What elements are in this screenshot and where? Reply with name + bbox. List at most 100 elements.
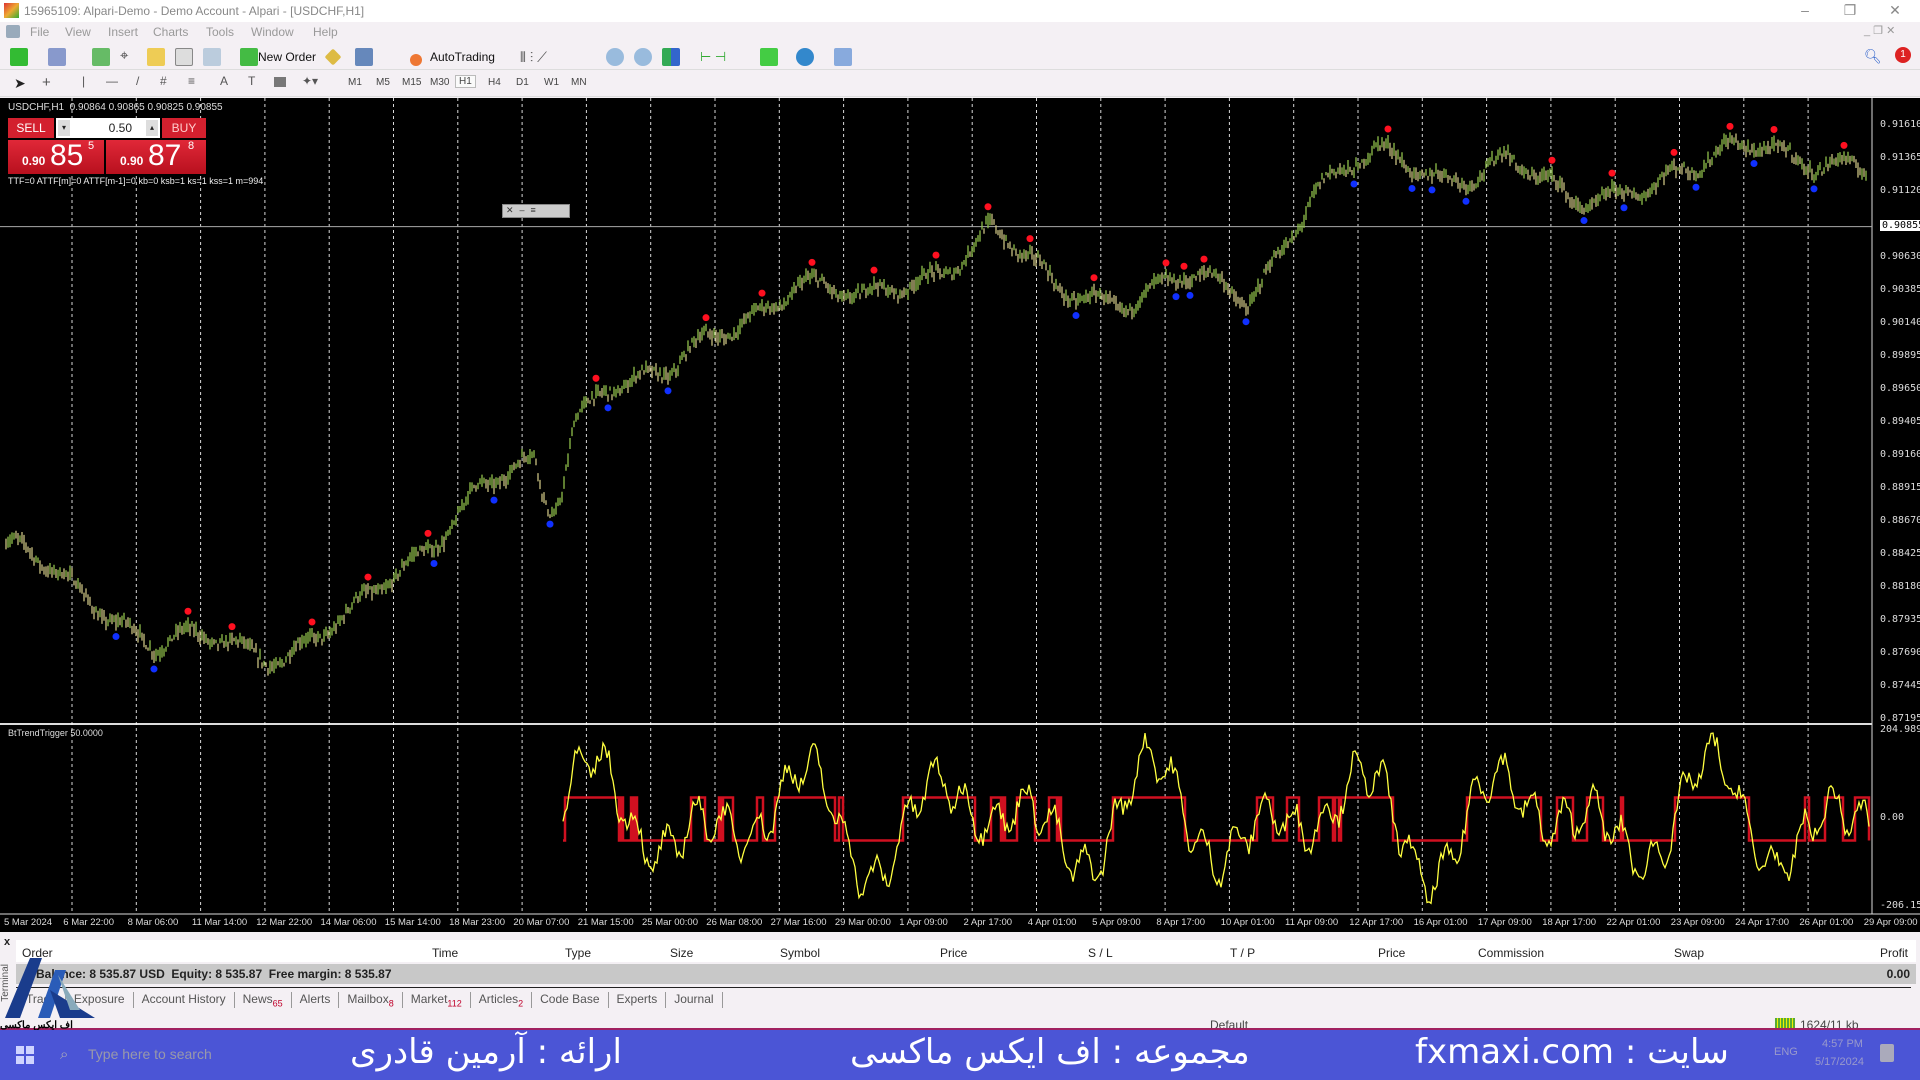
col-type[interactable]: Type xyxy=(565,946,591,960)
timeframe-d1[interactable]: D1 xyxy=(516,77,529,88)
col-profit[interactable]: Profit xyxy=(1880,946,1908,960)
timeframe-m15[interactable]: M15 xyxy=(402,77,421,88)
balance-row[interactable]: Balance: 8 535.87 USD Equity: 8 535.87 F… xyxy=(16,964,1916,984)
terminal-tab-mailbox[interactable]: Mailbox8 xyxy=(339,992,403,1009)
zoom-out-icon[interactable] xyxy=(634,48,652,66)
terminal-tab-code-base[interactable]: Code Base xyxy=(532,992,609,1009)
minimize-button[interactable]: – xyxy=(1785,2,1825,18)
indicators-icon[interactable] xyxy=(760,48,778,66)
new-chart-icon[interactable] xyxy=(10,48,28,66)
start-icon[interactable] xyxy=(16,1046,34,1064)
trend-line xyxy=(562,732,1870,905)
search-icon[interactable]: 🔍︎ xyxy=(1864,48,1882,65)
bear-bars xyxy=(5,133,1865,676)
menu-insert[interactable]: Insert xyxy=(108,25,138,39)
col-tp[interactable]: T / P xyxy=(1230,946,1255,960)
col-price-current[interactable]: Price xyxy=(1378,946,1405,960)
close-button[interactable]: ✕ xyxy=(1875,2,1915,19)
periods-icon[interactable] xyxy=(796,48,814,66)
signals-icon[interactable] xyxy=(355,48,373,66)
col-sl[interactable]: S / L xyxy=(1088,946,1113,960)
timeframe-h1[interactable]: H1 xyxy=(455,75,476,88)
lot-increase-button[interactable]: ▴ xyxy=(146,120,158,136)
action-center-icon[interactable] xyxy=(1880,1044,1894,1062)
metaeditor-icon[interactable] xyxy=(324,48,342,66)
terminal-tab-news[interactable]: News65 xyxy=(235,992,292,1009)
shapes-icon[interactable]: ✦▾ xyxy=(302,74,318,88)
terminal-tab-alerts[interactable]: Alerts xyxy=(292,992,340,1009)
lot-size-input[interactable]: 0.50 xyxy=(56,118,160,138)
swing-high-dot xyxy=(1200,255,1208,263)
crosshair-icon[interactable]: ⌖ xyxy=(120,47,138,65)
col-symbol[interactable]: Symbol xyxy=(780,946,820,960)
text-label-icon[interactable]: T xyxy=(248,74,255,88)
chart-canvas[interactable] xyxy=(0,98,1920,932)
timeframe-m5[interactable]: M5 xyxy=(376,77,390,88)
terminal-tab-articles[interactable]: Articles2 xyxy=(471,992,533,1009)
buy-price[interactable]: 0.90 87 8 xyxy=(106,139,206,174)
mini-panel-controls[interactable]: ✕–≡ xyxy=(502,204,570,218)
taskbar-search-input[interactable]: Type here to search xyxy=(88,1046,212,1062)
trendline-icon[interactable]: / xyxy=(136,74,139,88)
terminal-tab-journal[interactable]: Journal xyxy=(666,992,723,1009)
menu-help[interactable]: Help xyxy=(313,25,338,39)
terminal-tab-account-history[interactable]: Account History xyxy=(134,992,235,1009)
menu-view[interactable]: View xyxy=(65,25,91,39)
chart-shift-icons[interactable]: ⊢ ⊣ xyxy=(700,49,726,65)
col-price[interactable]: Price xyxy=(940,946,967,960)
timeframe-h4[interactable]: H4 xyxy=(488,77,501,88)
time-axis-label: 23 Apr 09:00 xyxy=(1670,917,1725,928)
maximize-button[interactable]: ❐ xyxy=(1830,2,1870,19)
sell-price[interactable]: 0.90 85 5 xyxy=(8,139,104,174)
menu-charts[interactable]: Charts xyxy=(153,25,188,39)
buy-button[interactable]: BUY xyxy=(162,118,206,138)
market-watch-icon[interactable] xyxy=(92,48,110,66)
navigator-icon[interactable] xyxy=(147,48,165,66)
col-swap[interactable]: Swap xyxy=(1674,946,1704,960)
col-size[interactable]: Size xyxy=(670,946,693,960)
templates-icon[interactable] xyxy=(834,48,852,66)
notification-badge[interactable]: 1 xyxy=(1895,47,1911,63)
time-axis-label: 15 Mar 14:00 xyxy=(384,917,441,928)
rectangle-icon[interactable] xyxy=(274,77,286,87)
search-icon: ⌕ xyxy=(60,1046,69,1063)
clock-time[interactable]: 4:57 PM xyxy=(1822,1038,1863,1050)
autotrading-button[interactable]: AutoTrading xyxy=(430,50,495,64)
child-window-controls[interactable]: _ ❐ ✕ xyxy=(1864,24,1895,37)
menu-window[interactable]: Window xyxy=(251,25,294,39)
new-order-button[interactable]: New Order xyxy=(258,50,316,64)
autotrading-icon[interactable] xyxy=(410,54,422,66)
channel-icon[interactable]: # xyxy=(160,74,167,88)
timeframe-m1[interactable]: M1 xyxy=(348,77,362,88)
language-indicator[interactable]: ENG xyxy=(1774,1046,1798,1058)
fibonacci-icon[interactable]: ≡ xyxy=(188,74,195,88)
tile-windows-icon[interactable] xyxy=(662,48,680,66)
taskbar: ⌕ Type here to search ارائه : آرمین قادر… xyxy=(0,1030,1920,1080)
crosshair-tool-icon[interactable]: + xyxy=(42,74,51,91)
terminal-tab-experts[interactable]: Experts xyxy=(609,992,667,1009)
menu-file[interactable]: File xyxy=(30,25,49,39)
swing-high-dot xyxy=(308,618,316,626)
terminal-tab-market[interactable]: Market112 xyxy=(403,992,471,1009)
chart-type-icons[interactable]: ⫴ ⫶ ⟋ xyxy=(520,49,547,66)
clock-date[interactable]: 5/17/2024 xyxy=(1815,1056,1864,1068)
lot-decrease-button[interactable]: ▾ xyxy=(58,120,70,136)
horizontal-line-icon[interactable]: — xyxy=(106,74,118,88)
chart-window[interactable]: USDCHF,H1 0.90864 0.90865 0.90825 0.9085… xyxy=(0,98,1920,932)
sell-button[interactable]: SELL xyxy=(8,118,54,138)
cursor-icon[interactable]: ➤ xyxy=(14,75,26,92)
vertical-line-icon[interactable]: | xyxy=(82,74,85,88)
zoom-in-icon[interactable] xyxy=(606,48,624,66)
text-icon[interactable]: A xyxy=(220,74,228,88)
terminal-close-button[interactable]: x xyxy=(4,936,10,948)
menu-tools[interactable]: Tools xyxy=(206,25,234,39)
col-commission[interactable]: Commission xyxy=(1478,946,1544,960)
strategy-tester-icon[interactable] xyxy=(203,48,221,66)
timeframe-mn[interactable]: MN xyxy=(571,77,587,88)
terminal-icon[interactable] xyxy=(175,48,193,66)
timeframe-w1[interactable]: W1 xyxy=(544,77,559,88)
col-time[interactable]: Time xyxy=(432,946,458,960)
profiles-icon[interactable] xyxy=(48,48,66,66)
new-order-icon[interactable] xyxy=(240,48,258,66)
timeframe-m30[interactable]: M30 xyxy=(430,77,449,88)
